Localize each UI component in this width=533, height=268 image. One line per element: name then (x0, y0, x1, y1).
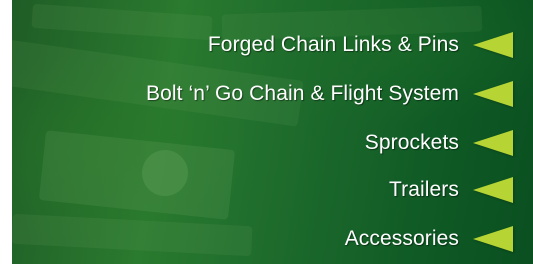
triangle-left-icon (473, 177, 513, 203)
triangle-left-icon (473, 226, 513, 252)
menu-item-label: Trailers (388, 178, 459, 201)
menu-item-label: Sprockets (364, 131, 459, 154)
triangle-left-icon (473, 130, 513, 156)
background-machinery-shape (12, 213, 253, 257)
menu-item-accessories[interactable]: Accessories (345, 219, 513, 259)
background-gear-shape (142, 150, 188, 196)
menu-item-label: Forged Chain Links & Pins (207, 33, 459, 56)
background-machinery-shape (38, 130, 236, 220)
menu-item-label: Bolt ‘n’ Go Chain & Flight System (146, 82, 459, 105)
menu-item-label: Accessories (344, 227, 459, 250)
menu-item-bolt-n-go-chain-flight-system[interactable]: Bolt ‘n’ Go Chain & Flight System (146, 74, 513, 114)
triangle-left-icon (473, 32, 513, 58)
background-machinery-shape (31, 3, 213, 41)
menu-item-forged-chain-links-pins[interactable]: Forged Chain Links & Pins (208, 25, 513, 65)
product-menu-banner: Forged Chain Links & Pins Bolt ‘n’ Go Ch… (12, 0, 533, 264)
menu-item-trailers[interactable]: Trailers (389, 170, 513, 210)
menu-item-sprockets[interactable]: Sprockets (365, 123, 513, 163)
triangle-left-icon (473, 81, 513, 107)
